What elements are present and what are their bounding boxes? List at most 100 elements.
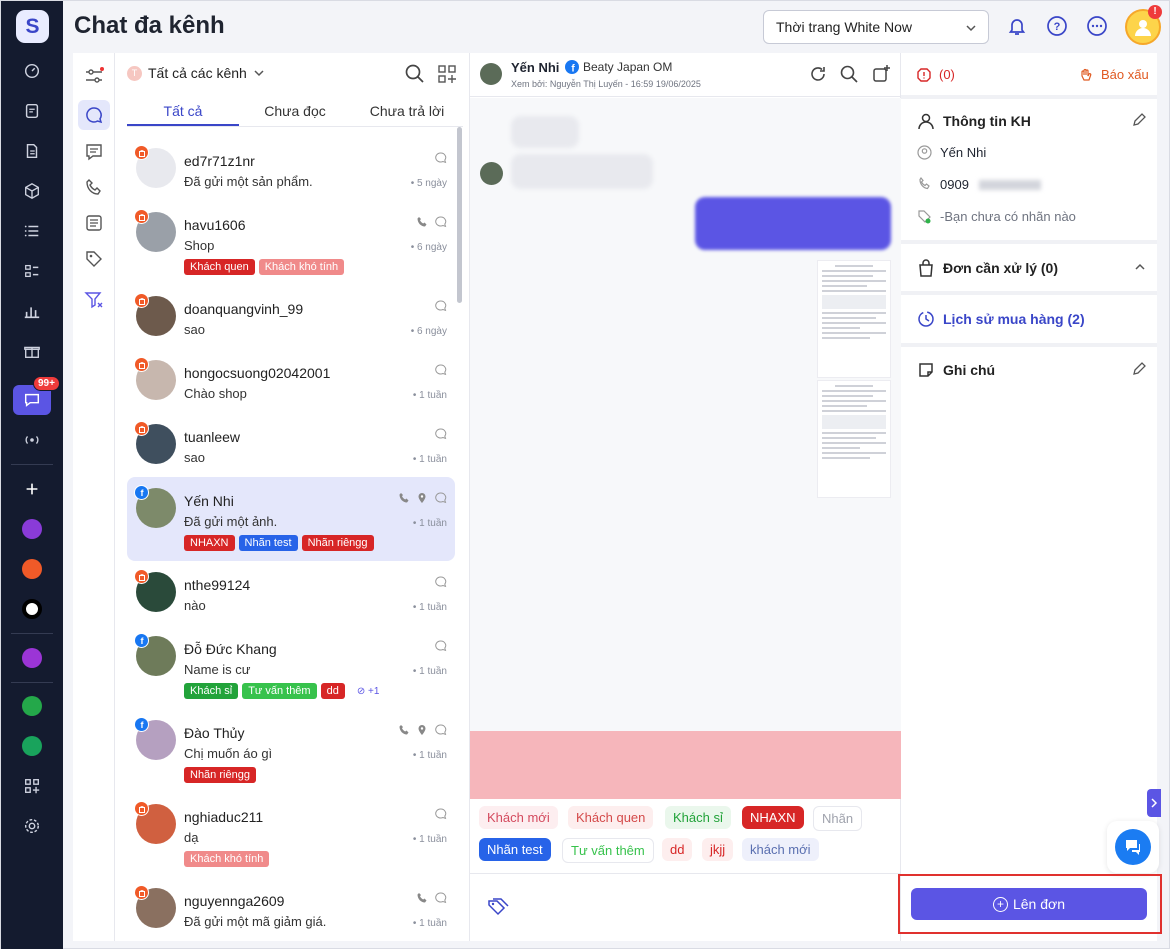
conversation-item[interactable]: havu1606 Shop • 6 ngày Khách quen Khách khó … — [127, 201, 455, 285]
app-logo[interactable]: S — [16, 10, 49, 43]
person-icon — [918, 113, 934, 130]
conversation-item[interactable]: f Yến Nhi Đã gửi một ảnh. • 1 tuần NHAXN Nhãn… — [127, 477, 455, 561]
chat-bubble-icon[interactable] — [78, 100, 110, 130]
conversation-tags: Khách khó tính — [184, 851, 270, 867]
conversation-time: • 6 ngày — [410, 242, 447, 253]
clear-filter-icon[interactable] — [78, 285, 110, 315]
phone-icon — [399, 725, 409, 735]
tab-unread[interactable]: Chưa đọc — [239, 97, 351, 126]
conversation-item[interactable]: f Đào Thủy Chị muốn áo gì • 1 tuần Nhãn riên… — [127, 709, 455, 793]
quick-tag[interactable]: Khách sỉ — [665, 806, 731, 829]
message-composer[interactable] — [470, 873, 901, 941]
edit-pencil-icon[interactable] — [1131, 112, 1147, 128]
quick-tag[interactable]: dd — [662, 838, 693, 861]
edit-pencil-icon[interactable] — [1131, 361, 1147, 377]
phone-icon[interactable] — [78, 173, 110, 203]
more-icon[interactable] — [1086, 15, 1108, 37]
new-note-icon[interactable] — [871, 64, 891, 84]
note-list-icon[interactable] — [78, 208, 110, 238]
quick-tag[interactable]: Nhãn test — [479, 838, 551, 861]
location-icon — [418, 493, 426, 503]
search-icon[interactable] — [839, 64, 859, 84]
quick-tag[interactable]: khách mới — [742, 838, 819, 861]
quick-tag[interactable]: Khách quen — [568, 806, 654, 829]
quick-tag[interactable]: Khách mới — [479, 806, 558, 829]
chevron-up-icon[interactable] — [1133, 260, 1147, 274]
support-chat-button[interactable] — [1107, 821, 1159, 873]
tiktok-icon[interactable] — [13, 594, 51, 624]
orders-icon[interactable] — [13, 96, 51, 126]
create-order-button[interactable]: + Lên đơn — [911, 888, 1147, 920]
report-chart-icon[interactable] — [13, 296, 51, 326]
report-button[interactable]: Báo xấu — [1079, 67, 1149, 82]
conversation-time: • 1 tuần — [412, 666, 447, 677]
tags-icon[interactable] — [487, 896, 509, 918]
chat-bubble-icon — [435, 216, 447, 228]
shopee-icon — [134, 293, 149, 308]
gift-icon[interactable] — [13, 336, 51, 366]
store-cart-icon[interactable] — [13, 691, 51, 721]
quick-tag[interactable]: Tư vấn thêm — [562, 838, 654, 863]
tab-unreplied[interactable]: Chưa trả lời — [351, 97, 463, 126]
tag-icon[interactable] — [78, 244, 110, 274]
collapse-panel-button[interactable] — [1147, 789, 1161, 817]
list-icon[interactable] — [13, 216, 51, 246]
customer-info-panel: (0) Báo xấu Thông tin KH Yến Nhi 0909 -B… — [901, 53, 1157, 941]
help-icon[interactable]: ? — [1046, 15, 1068, 37]
receipt-image[interactable] — [817, 380, 891, 498]
comment-icon[interactable] — [78, 137, 110, 167]
no-label-text[interactable]: -Bạn chưa có nhãn nào — [940, 209, 1076, 224]
receipt-image[interactable] — [817, 260, 891, 378]
purchase-history-section[interactable]: Lịch sử mua hàng (2) — [917, 310, 1085, 328]
status-badge: Khách khó tính — [184, 851, 270, 867]
nav-divider — [11, 633, 53, 634]
shop-selector[interactable]: Thời trang White Now — [763, 10, 989, 44]
status-badge: Khách khó tính — [258, 259, 345, 275]
search-icon[interactable] — [404, 63, 426, 85]
customer-avatar — [480, 162, 503, 185]
create-order-label: Lên đơn — [1012, 896, 1065, 912]
svg-text:f: f — [140, 636, 144, 645]
more-tags-count[interactable]: ⊘ +1 — [357, 686, 380, 697]
checklist-icon[interactable] — [13, 256, 51, 286]
conversation-time: • 1 tuần — [412, 454, 447, 465]
settings-gear-icon[interactable] — [13, 811, 51, 841]
customer-labels-row: -Bạn chưa có nhãn nào — [917, 209, 1076, 224]
section-divider — [901, 343, 1157, 347]
refresh-icon[interactable] — [808, 64, 828, 84]
product-box-icon[interactable] — [13, 176, 51, 206]
conversation-item[interactable]: f Đỗ Đức Khang Name is cư • 1 tuần Khách sỉ T… — [127, 625, 455, 709]
add-icon[interactable] — [13, 474, 51, 504]
quick-tag[interactable]: Nhãn — [813, 806, 863, 831]
bell-icon[interactable] — [1006, 15, 1028, 37]
quick-tag[interactable]: jkjj — [702, 838, 734, 861]
layout-grid-icon[interactable] — [437, 64, 457, 84]
section-divider — [901, 95, 1157, 99]
filter-sliders-icon[interactable] — [78, 61, 110, 91]
conversation-item[interactable]: nguyennga2609 Đã gửi một mã giảm giá. • 1 … — [127, 877, 455, 941]
note-icon — [919, 363, 933, 377]
dashboard-icon[interactable] — [13, 56, 51, 86]
integration-icon[interactable] — [13, 643, 51, 673]
conversation-last-message: dạ — [184, 830, 199, 845]
broadcast-icon[interactable] — [13, 425, 51, 455]
shopee-icon[interactable] — [13, 554, 51, 584]
channel-filter-dropdown[interactable]: T Tất cả các kênh — [127, 65, 266, 81]
conversation-channel-icons — [434, 428, 447, 440]
apps-grid-icon[interactable] — [13, 771, 51, 801]
marketplace-icon[interactable] — [13, 731, 51, 761]
phone-icon — [399, 493, 409, 503]
conversation-time: • 6 ngày — [410, 326, 447, 337]
conversation-scrollbar[interactable] — [457, 127, 462, 303]
tab-all[interactable]: Tất cả — [127, 97, 239, 126]
customer-phone-value[interactable]: 0909 — [940, 177, 969, 192]
customer-phone-row: 0909 — [917, 177, 1041, 192]
tiktok-shop-icon[interactable] — [13, 514, 51, 544]
pending-orders-section[interactable]: Đơn cần xử lý (0) — [917, 259, 1058, 277]
document-icon[interactable] — [13, 136, 51, 166]
conversation-tabs: Tất cả Chưa đọc Chưa trả lời — [127, 97, 463, 127]
quick-tag[interactable]: NHAXN — [742, 806, 804, 829]
conversation-item[interactable]: nghiaduc211 dạ • 1 tuần Khách khó tính — [127, 793, 455, 877]
shopee-icon — [134, 357, 149, 372]
conversation-channel-icons — [434, 576, 447, 588]
